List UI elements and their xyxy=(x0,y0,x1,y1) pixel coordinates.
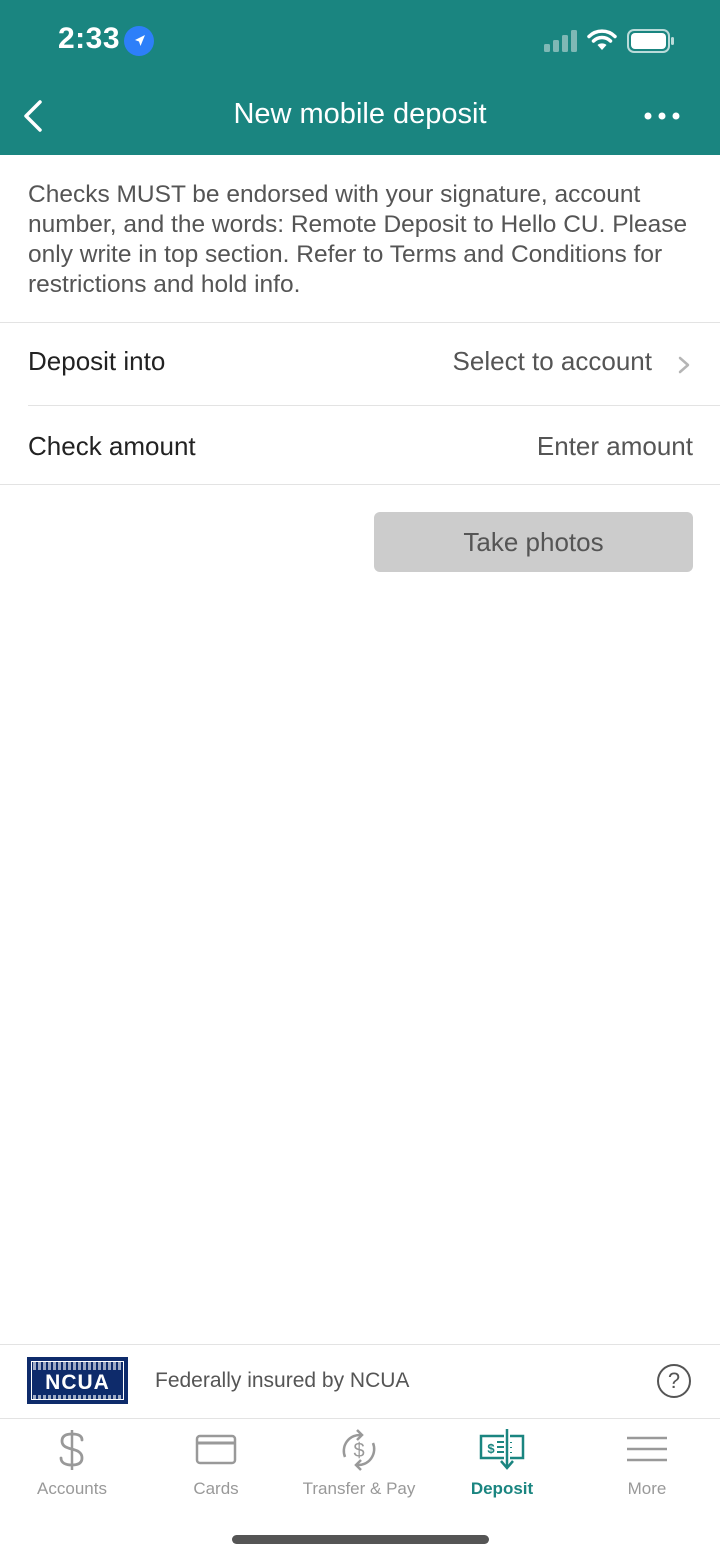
tab-label: Deposit xyxy=(470,1479,534,1498)
dollar-icon xyxy=(59,1430,84,1470)
tab-label: More xyxy=(627,1479,667,1498)
check-deposit-icon: $ xyxy=(479,1429,525,1470)
menu-icon xyxy=(627,1436,667,1462)
home-indicator xyxy=(232,1535,489,1544)
app-header: 2:33 New mobile deposit xyxy=(0,0,720,155)
divider xyxy=(0,1344,720,1345)
page-title: New mobile deposit xyxy=(233,98,487,130)
cellular-signal-icon xyxy=(544,30,577,52)
more-options-button[interactable] xyxy=(640,100,684,132)
divider xyxy=(28,405,720,406)
question-mark-icon: ? xyxy=(667,1368,681,1393)
ncua-logo-text: NCUA xyxy=(45,1371,110,1394)
tab-transfer-pay[interactable]: $ Transfer & Pay xyxy=(287,1419,431,1509)
ellipsis-icon xyxy=(644,112,680,120)
svg-text:$: $ xyxy=(487,1441,495,1456)
help-button[interactable]: ? xyxy=(657,1364,691,1398)
tab-more[interactable]: More xyxy=(575,1419,719,1509)
take-photos-button[interactable]: Take photos xyxy=(374,512,693,572)
status-time: 2:33 xyxy=(58,22,121,55)
check-amount-input[interactable]: Enter amount xyxy=(420,431,693,462)
location-icon xyxy=(124,26,154,56)
transfer-icon: $ xyxy=(342,1429,376,1471)
tab-cards[interactable]: Cards xyxy=(144,1419,288,1509)
check-amount-label: Check amount xyxy=(28,431,196,461)
wifi-icon xyxy=(587,29,617,50)
deposit-into-label: Deposit into xyxy=(28,346,166,376)
tab-deposit[interactable]: $ Deposit xyxy=(430,1419,574,1509)
tab-label: Accounts xyxy=(37,1479,107,1498)
endorsement-notice: Checks MUST be endorsed with your signat… xyxy=(28,181,688,298)
tab-accounts[interactable]: Accounts xyxy=(0,1419,144,1509)
svg-text:$: $ xyxy=(353,1440,364,1462)
chevron-right-icon xyxy=(678,356,690,374)
tab-label: Cards xyxy=(193,1479,239,1498)
tab-label: Transfer & Pay xyxy=(302,1479,416,1498)
ncua-logo: NCUA xyxy=(27,1357,128,1404)
ncua-insured-label: Federally insured by NCUA xyxy=(155,1369,410,1392)
divider xyxy=(0,484,720,485)
card-icon xyxy=(195,1434,237,1465)
battery-icon xyxy=(627,29,674,53)
deposit-into-value[interactable]: Select to account xyxy=(380,346,652,377)
